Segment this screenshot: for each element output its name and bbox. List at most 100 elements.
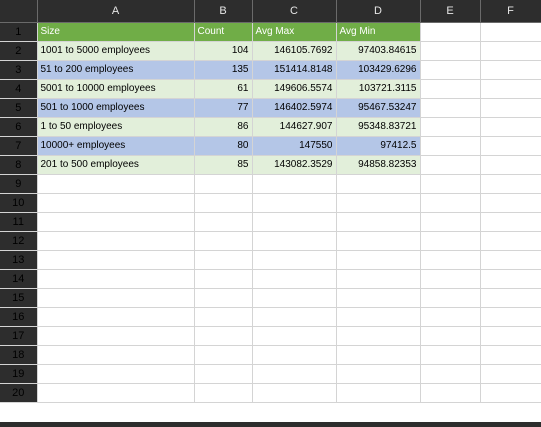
cell[interactable] (194, 212, 253, 232)
cell-avg-min[interactable]: 95467.53247 (336, 98, 421, 118)
cell-count[interactable]: 135 (194, 60, 253, 80)
cell[interactable] (336, 193, 421, 213)
cell[interactable] (420, 60, 481, 80)
cell-avg-min[interactable]: 95348.83721 (336, 117, 421, 137)
cell[interactable] (252, 307, 337, 327)
cell[interactable] (194, 288, 253, 308)
cell[interactable] (194, 345, 253, 365)
row-header[interactable]: 2 (0, 41, 38, 61)
cell[interactable] (194, 307, 253, 327)
cell-avg-max[interactable]: 143082.3529 (252, 155, 337, 175)
column-header-c[interactable]: C (252, 0, 337, 23)
row-header[interactable]: 6 (0, 117, 38, 137)
cell-avg-min[interactable]: 103721.3115 (336, 79, 421, 99)
cell[interactable] (480, 193, 541, 213)
cell[interactable] (252, 174, 337, 194)
cell[interactable] (336, 212, 421, 232)
cell[interactable] (336, 269, 421, 289)
cell[interactable] (420, 98, 481, 118)
cell-size[interactable]: 5001 to 10000 employees (37, 79, 195, 99)
cell[interactable] (420, 383, 481, 403)
cell[interactable] (194, 193, 253, 213)
cell[interactable] (480, 231, 541, 251)
cell[interactable] (37, 174, 195, 194)
cell[interactable] (194, 269, 253, 289)
cell[interactable] (420, 231, 481, 251)
column-header-b[interactable]: B (194, 0, 253, 23)
cell-avg-max[interactable]: 151414.8148 (252, 60, 337, 80)
cell-avg-min[interactable]: 97403.84615 (336, 41, 421, 61)
cell[interactable] (420, 79, 481, 99)
cell[interactable] (336, 250, 421, 270)
cell[interactable] (336, 174, 421, 194)
cell[interactable] (420, 250, 481, 270)
cell[interactable] (194, 250, 253, 270)
cell[interactable] (420, 269, 481, 289)
cell[interactable] (37, 288, 195, 308)
column-header-e[interactable]: E (420, 0, 481, 23)
cell[interactable] (37, 383, 195, 403)
cell[interactable] (37, 193, 195, 213)
cell-avg-min[interactable]: 103429.6296 (336, 60, 421, 80)
cell[interactable] (480, 155, 541, 175)
cell[interactable] (480, 212, 541, 232)
cell-avg-min[interactable]: 94858.82353 (336, 155, 421, 175)
cell[interactable] (420, 326, 481, 346)
row-header[interactable]: 16 (0, 307, 38, 327)
row-header[interactable]: 8 (0, 155, 38, 175)
cell[interactable] (336, 326, 421, 346)
cell[interactable] (480, 79, 541, 99)
cell-size[interactable]: 201 to 500 employees (37, 155, 195, 175)
cell[interactable] (480, 383, 541, 403)
cell[interactable] (420, 117, 481, 137)
cell[interactable] (480, 117, 541, 137)
cell[interactable] (37, 326, 195, 346)
cell[interactable] (252, 269, 337, 289)
cell[interactable] (336, 383, 421, 403)
cell[interactable] (252, 212, 337, 232)
cell[interactable] (252, 364, 337, 384)
column-header-f[interactable]: F (480, 0, 541, 23)
row-header[interactable]: 3 (0, 60, 38, 80)
cell[interactable] (480, 364, 541, 384)
cell[interactable] (194, 326, 253, 346)
row-header[interactable]: 10 (0, 193, 38, 213)
row-header[interactable]: 15 (0, 288, 38, 308)
cell[interactable] (420, 41, 481, 61)
cell[interactable] (194, 383, 253, 403)
cell-avg-max[interactable]: 146105.7692 (252, 41, 337, 61)
cell[interactable] (37, 250, 195, 270)
cell-size[interactable]: 1001 to 5000 employees (37, 41, 195, 61)
cell[interactable] (252, 193, 337, 213)
cell[interactable] (420, 193, 481, 213)
cell-avg-max[interactable]: 149606.5574 (252, 79, 337, 99)
cell[interactable] (194, 364, 253, 384)
row-header[interactable]: 5 (0, 98, 38, 118)
cell[interactable] (37, 212, 195, 232)
cell[interactable] (252, 345, 337, 365)
cell[interactable] (336, 364, 421, 384)
row-header[interactable]: 11 (0, 212, 38, 232)
select-all-corner[interactable] (0, 0, 38, 23)
cell-size[interactable]: 51 to 200 employees (37, 60, 195, 80)
cell[interactable] (480, 250, 541, 270)
cell[interactable] (37, 345, 195, 365)
header-cell-count[interactable]: Count (194, 22, 253, 42)
cell[interactable] (480, 136, 541, 156)
cell-count[interactable]: 86 (194, 117, 253, 137)
cell[interactable] (480, 60, 541, 80)
row-header[interactable]: 13 (0, 250, 38, 270)
header-cell-size[interactable]: Size (37, 22, 195, 42)
cell-size[interactable]: 1 to 50 employees (37, 117, 195, 137)
column-header-a[interactable]: A (37, 0, 195, 23)
cell-avg-max[interactable]: 146402.5974 (252, 98, 337, 118)
cell[interactable] (480, 269, 541, 289)
cell[interactable] (480, 307, 541, 327)
cell[interactable] (252, 288, 337, 308)
cell-count[interactable]: 77 (194, 98, 253, 118)
row-header[interactable]: 1 (0, 22, 38, 42)
cell[interactable] (420, 136, 481, 156)
header-cell-avg-min[interactable]: Avg Min (336, 22, 421, 42)
cell[interactable] (480, 288, 541, 308)
cell[interactable] (336, 345, 421, 365)
